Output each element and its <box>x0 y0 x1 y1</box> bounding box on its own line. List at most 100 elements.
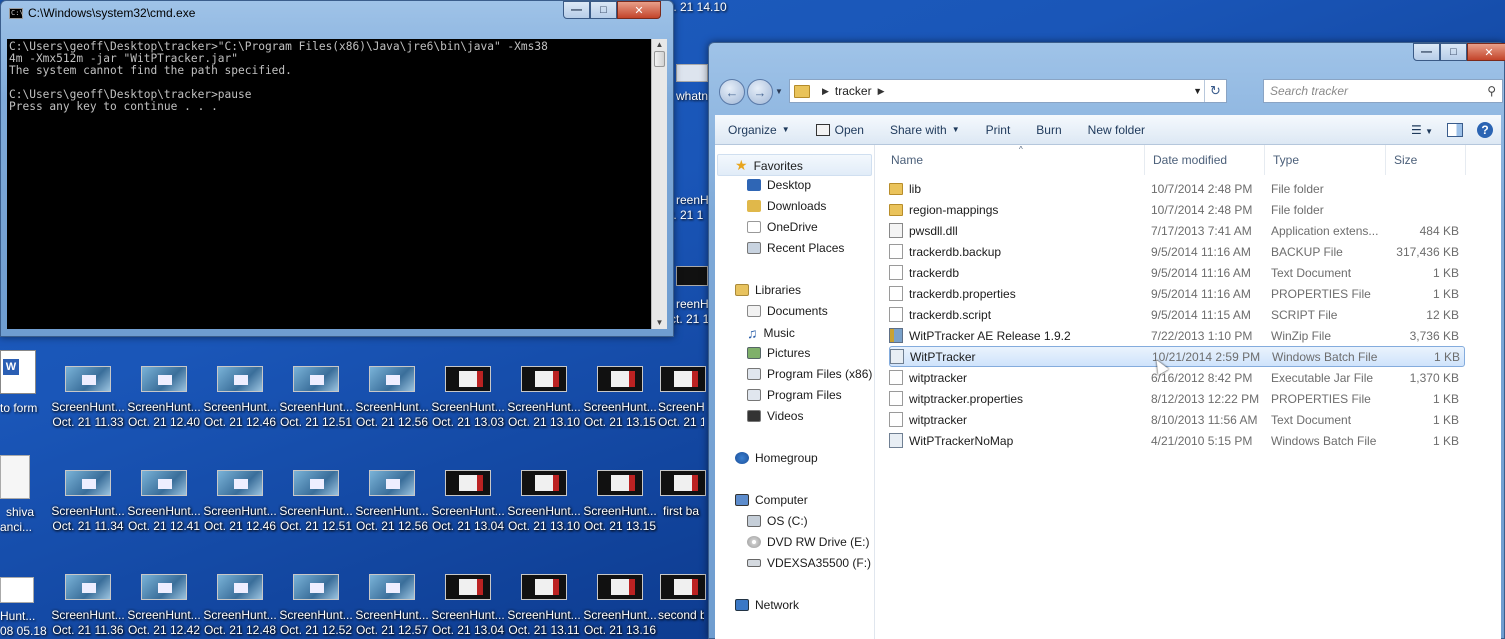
refresh-icon[interactable]: ↻ <box>1204 80 1226 102</box>
desktop-icon-word-doc[interactable]: W <box>0 350 36 394</box>
breadcrumb-arrow-icon[interactable]: ▶ <box>878 86 885 97</box>
nav-program-files[interactable]: Program Files <box>747 388 842 402</box>
burn-button[interactable]: Burn <box>1023 123 1074 137</box>
desktop-icon-screenshot[interactable]: ScreenHunt... Oct. 21 12.52 <box>278 574 354 639</box>
address-bar[interactable]: ▶ tracker ▶ ▼ ↻ <box>789 79 1227 103</box>
desktop-icon-screenshot[interactable]: ScreenHunt... Oct. 21 11.34 <box>50 470 126 540</box>
nav-documents[interactable]: Documents <box>747 304 828 318</box>
desktop-icon-shiva[interactable] <box>0 455 30 499</box>
organize-button[interactable]: Organize ▼ <box>715 123 803 137</box>
nav-computer[interactable]: Computer <box>735 493 808 507</box>
desktop-icon-screenshot[interactable]: ScreenHunt... Oct. 21 13.03 <box>430 366 506 436</box>
column-header-name[interactable]: Name ^ <box>883 145 1145 175</box>
desktop-icon-screenshot[interactable]: ScreenHunt... Oct. 21 12.51 <box>278 366 354 436</box>
nav-music[interactable]: ♫ Music <box>747 325 795 341</box>
file-row[interactable]: WitPTracker AE Release 1.9.2 7/22/2013 1:… <box>889 325 1465 346</box>
desktop-icon-screenshot[interactable]: ScreenHunt... Oct. 21 12.46 <box>202 366 278 436</box>
view-options-icon[interactable]: ☰ ▼ <box>1411 123 1433 137</box>
search-box[interactable]: Search tracker ⚲ <box>1263 79 1503 103</box>
cmd-window[interactable]: C:\ C:\Windows\system32\cmd.exe — □ ✕ C:… <box>0 0 674 337</box>
file-list[interactable]: Name ^ Date modified Type Size lib 10/7/20… <box>883 145 1501 639</box>
desktop-icon-screenshot[interactable]: ScreenHunt... Oct. 21 12.48 <box>202 574 278 639</box>
nav-favorites[interactable]: ★ Favorites <box>735 157 803 174</box>
nav-program-files-x86[interactable]: Program Files (x86) <box>747 367 872 381</box>
explorer-window[interactable]: — □ ✕ ← → ▼ ▶ tracker ▶ ▼ ↻ Search track… <box>708 42 1505 639</box>
desktop-icon-doc[interactable] <box>0 577 34 603</box>
desktop-icon-thumb[interactable] <box>676 64 708 82</box>
navigation-pane[interactable]: ★ Favorites Desktop Downloads OneDrive Re… <box>715 145 875 639</box>
breadcrumb-tracker[interactable]: tracker <box>835 84 872 98</box>
desktop-icon-screenshot[interactable]: ScreenHunt... Oct. 21 12.51 <box>278 470 354 540</box>
close-button[interactable]: ✕ <box>617 1 661 19</box>
desktop-icon-screenshot[interactable]: ScreenHunt... Oct. 21 12.56 <box>354 470 430 540</box>
file-row[interactable]: trackerdb 9/5/2014 11:16 AM Text Document 1… <box>889 262 1465 283</box>
desktop-icon-screenshot[interactable]: ScreenHunt... Oct. 21 13.15 <box>582 470 658 540</box>
desktop-icon-thumb[interactable] <box>676 266 708 286</box>
file-row[interactable]: lib 10/7/2014 2:48 PM File folder <box>889 178 1465 199</box>
maximize-button[interactable]: □ <box>1440 43 1467 61</box>
desktop-icon-screenshot[interactable]: ScreenHunt... Oct. 21 12.42 <box>126 574 202 639</box>
file-row[interactable]: witptracker 6/16/2012 8:42 PM Executable J… <box>889 367 1465 388</box>
desktop-icon-screenshot[interactable]: ScreenHunt... Oct. 21 12.41 <box>126 470 202 540</box>
file-row[interactable]: pwsdll.dll 7/17/2013 7:41 AM Application e… <box>889 220 1465 241</box>
desktop-icon-screenshot[interactable]: ScreenHunt... Oct. 21 13.10 <box>506 366 582 436</box>
back-button[interactable]: ← <box>719 79 745 105</box>
minimize-button[interactable]: — <box>563 1 590 19</box>
minimize-button[interactable]: — <box>1413 43 1440 61</box>
nav-videos[interactable]: Videos <box>747 409 803 423</box>
nav-homegroup[interactable]: Homegroup <box>735 451 818 465</box>
preview-pane-icon[interactable] <box>1447 122 1463 137</box>
nav-onedrive[interactable]: OneDrive <box>747 220 818 234</box>
nav-network[interactable]: Network <box>735 598 799 612</box>
maximize-button[interactable]: □ <box>590 1 617 19</box>
desktop-icon-screenshot[interactable]: ScreenHunt... Oct. 21 13.11 <box>506 574 582 639</box>
help-icon[interactable]: ? <box>1477 121 1493 138</box>
scroll-thumb[interactable] <box>654 51 665 67</box>
desktop-icon-screenshot[interactable]: second b <box>658 574 706 639</box>
file-row[interactable]: witptracker 8/10/2013 11:56 AM Text Docume… <box>889 409 1465 430</box>
nav-pictures[interactable]: Pictures <box>747 346 810 360</box>
cmd-scrollbar[interactable]: ▲ ▼ <box>651 39 667 329</box>
file-row[interactable]: WitPTracker 10/21/2014 2:59 PM Windows Bat… <box>889 346 1465 367</box>
breadcrumb-arrow-icon[interactable]: ▶ <box>822 86 829 97</box>
file-row[interactable]: trackerdb.properties 9/5/2014 11:16 AM PRO… <box>889 283 1465 304</box>
nav-desktop[interactable]: Desktop <box>747 178 811 192</box>
desktop-icon-screenshot[interactable]: ScreenHunt... Oct. 21 13.16 <box>582 574 658 639</box>
desktop-icon-screenshot[interactable]: ScreenHunt... Oct. 21 13.10 <box>506 470 582 540</box>
forward-button[interactable]: → <box>747 79 773 105</box>
desktop-icon-screenshot[interactable]: ScreenHunt... Oct. 21 13.04 <box>430 470 506 540</box>
print-button[interactable]: Print <box>973 123 1024 137</box>
desktop-icon-screenshot[interactable]: ScreenHunt... Oct. 21 12.56 <box>354 366 430 436</box>
file-row[interactable]: trackerdb.backup 9/5/2014 11:16 AM BACKUP … <box>889 241 1465 262</box>
new-folder-button[interactable]: New folder <box>1075 123 1158 137</box>
nav-recent-places[interactable]: Recent Places <box>747 241 844 255</box>
desktop-icon-screenshot[interactable]: ScreenHunt... Oct. 21 12.57 <box>354 574 430 639</box>
close-button[interactable]: ✕ <box>1467 43 1505 61</box>
desktop-icon-screenshot[interactable]: first ba <box>658 470 706 540</box>
nav-vdexsa-f[interactable]: VDEXSA35500 (F:) <box>747 556 871 570</box>
scroll-down-icon[interactable]: ▼ <box>652 317 667 329</box>
desktop-icon-screenshot[interactable]: ScreenHunt... Oct. 21 12.46 <box>202 470 278 540</box>
column-header-size[interactable]: Size <box>1386 145 1466 175</box>
desktop-icon-screenshot[interactable]: ScreenHunt... Oct. 21 12.40 <box>126 366 202 436</box>
desktop-icon-screenshot[interactable]: ScreenHunt... Oct. 21 13.04 <box>430 574 506 639</box>
open-button[interactable]: Open <box>803 123 877 137</box>
column-header-date[interactable]: Date modified <box>1145 145 1265 175</box>
nav-os-c[interactable]: OS (C:) <box>747 514 808 528</box>
nav-dvd-drive[interactable]: DVD RW Drive (E:) <box>747 535 869 549</box>
share-with-button[interactable]: Share with ▼ <box>877 123 973 137</box>
address-dropdown-icon[interactable]: ▼ <box>1193 86 1202 96</box>
desktop-icon-screenshot[interactable]: ScreenHunt... Oct. 21 11.33 <box>50 366 126 436</box>
file-row[interactable]: region-mappings 10/7/2014 2:48 PM File fol… <box>889 199 1465 220</box>
cmd-console-output[interactable]: C:\Users\geoff\Desktop\tracker>"C:\Progr… <box>7 39 651 329</box>
file-row[interactable]: witptracker.properties 8/12/2013 12:22 PM… <box>889 388 1465 409</box>
desktop-icon-screenshot[interactable]: ScreenHuOct. 21 1 <box>658 366 706 436</box>
desktop-icon-screenshot[interactable]: ScreenHunt... Oct. 21 11.36 <box>50 574 126 639</box>
recent-pages-dropdown[interactable]: ▼ <box>775 87 783 96</box>
nav-downloads[interactable]: Downloads <box>747 199 826 213</box>
desktop-icon-screenshot[interactable]: ScreenHunt... Oct. 21 13.15 <box>582 366 658 436</box>
column-header-type[interactable]: Type <box>1265 145 1386 175</box>
nav-libraries[interactable]: Libraries <box>735 283 801 297</box>
scroll-up-icon[interactable]: ▲ <box>652 39 667 51</box>
file-row[interactable]: trackerdb.script 9/5/2014 11:15 AM SCRIPT … <box>889 304 1465 325</box>
